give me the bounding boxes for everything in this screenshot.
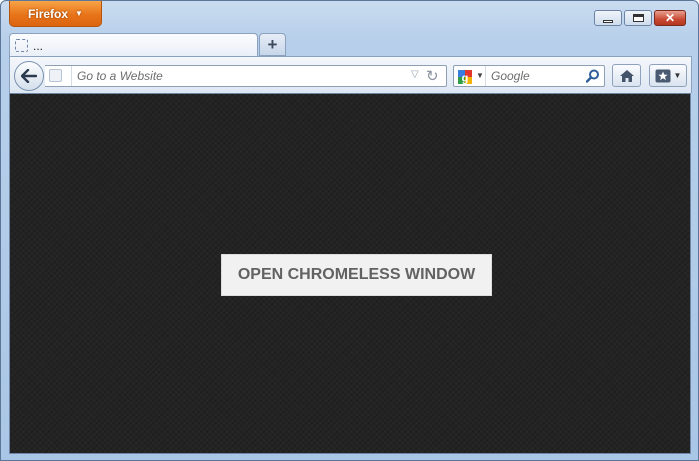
bookmark-star-icon	[655, 69, 671, 82]
maximize-button[interactable]	[624, 10, 652, 26]
search-icon[interactable]	[586, 69, 600, 83]
minimize-icon	[603, 19, 613, 23]
svg-text:g: g	[462, 73, 469, 85]
chevron-down-icon: ▼	[75, 9, 83, 18]
firefox-menu-label: Firefox	[28, 6, 69, 21]
reload-icon[interactable]: ↻	[426, 67, 439, 85]
window-controls: ✕	[592, 10, 686, 26]
home-icon	[619, 69, 634, 82]
tab-active[interactable]: ...	[9, 33, 258, 57]
new-tab-button[interactable]: +	[259, 33, 286, 56]
minimize-button[interactable]	[594, 10, 622, 26]
engine-dropdown-icon[interactable]: ▼	[476, 71, 484, 80]
browser-window: Firefox ▼ ✕ ... + Go to a Website ▽ ↻ g …	[0, 0, 699, 461]
close-button[interactable]: ✕	[654, 10, 686, 26]
home-button[interactable]	[612, 64, 641, 87]
navigation-toolbar: Go to a Website ▽ ↻ g ▼ Google ▼	[9, 56, 692, 93]
chevron-down-icon: ▼	[673, 71, 682, 80]
bookmarks-menu-button[interactable]: ▼	[649, 64, 687, 87]
back-arrow-icon	[21, 69, 37, 83]
history-dropdown-icon[interactable]: ▽	[411, 69, 419, 80]
site-identity-icon[interactable]	[49, 69, 62, 82]
back-button[interactable]	[14, 61, 44, 91]
close-icon: ✕	[664, 11, 676, 25]
search-placeholder[interactable]: Google	[491, 69, 530, 83]
search-bar[interactable]: g ▼ Google	[453, 65, 605, 87]
maximize-icon	[632, 14, 644, 22]
url-bar[interactable]: Go to a Website ▽ ↻	[45, 65, 447, 87]
page-content: OPEN CHROMELESS WINDOW	[9, 93, 691, 454]
google-icon[interactable]: g	[457, 69, 473, 85]
plus-icon: +	[267, 34, 278, 54]
blank-page-icon	[15, 39, 28, 52]
url-placeholder[interactable]: Go to a Website	[77, 69, 163, 83]
search-divider	[485, 66, 486, 86]
open-chromeless-window-button[interactable]: OPEN CHROMELESS WINDOW	[221, 254, 492, 296]
tab-title: ...	[33, 38, 44, 53]
firefox-menu-button[interactable]: Firefox ▼	[9, 1, 102, 27]
url-divider	[71, 66, 72, 86]
